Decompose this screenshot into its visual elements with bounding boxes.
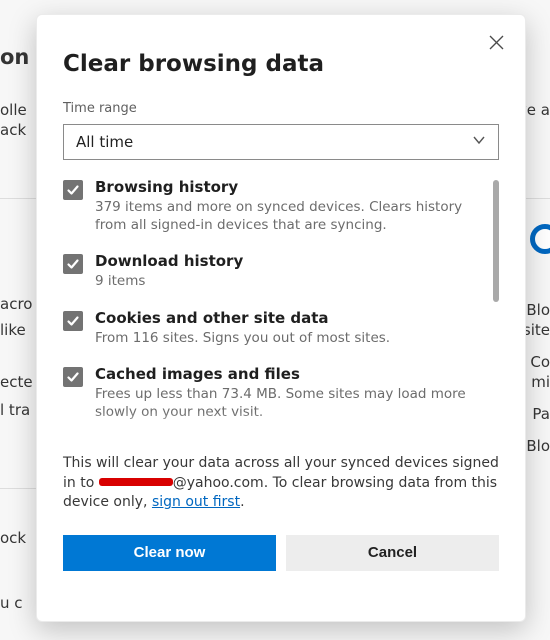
clear-now-button[interactable]: Clear now [63, 535, 276, 571]
check-icon [66, 370, 80, 384]
time-range-value: All time [76, 133, 133, 151]
bg-text: on [0, 42, 29, 72]
bg-text: ack [0, 120, 26, 142]
dialog-buttons: Clear now Cancel [63, 535, 499, 571]
option-title: Cached images and files [95, 365, 485, 383]
chevron-down-icon [472, 133, 486, 151]
bg-text: olle [0, 100, 27, 122]
options-list: Browsing history 379 items and more on s… [63, 178, 499, 440]
option-subtitle: 9 items [95, 272, 485, 290]
option-title: Browsing history [95, 178, 485, 196]
options-list-wrap: Browsing history 379 items and more on s… [63, 178, 499, 440]
cancel-button[interactable]: Cancel [286, 535, 499, 571]
bg-text: ock [0, 528, 26, 550]
option-subtitle: 379 items and more on synced devices. Cl… [95, 198, 485, 234]
bg-text: ecte [0, 372, 33, 394]
bg-text: mi [531, 372, 550, 394]
option-cached: Cached images and files Frees up less th… [63, 365, 485, 421]
close-button[interactable] [483, 29, 509, 55]
time-range-label: Time range [63, 101, 499, 116]
bg-text: Co [530, 352, 550, 374]
check-icon [66, 257, 80, 271]
bg-text: l tra [0, 400, 30, 422]
option-subtitle: From 116 sites. Signs you out of most si… [95, 329, 485, 347]
bg-text: site [523, 320, 550, 342]
redacted-email-prefix [99, 478, 173, 486]
option-subtitle: Frees up less than 73.4 MB. Some sites m… [95, 385, 485, 421]
option-download-history: Download history 9 items [63, 252, 485, 290]
option-cookies: Cookies and other site data From 116 sit… [63, 309, 485, 347]
sign-out-first-link[interactable]: sign out first [152, 494, 240, 510]
checkbox-cached[interactable] [63, 367, 83, 387]
close-icon [489, 35, 504, 50]
bg-text: u c [0, 593, 23, 615]
notice-text: . [240, 494, 244, 510]
clear-browsing-data-dialog: Clear browsing data Time range All time … [36, 14, 526, 622]
bg-text: Blo [526, 436, 550, 458]
option-title: Download history [95, 252, 485, 270]
bg-text: like [0, 320, 26, 342]
sync-notice: This will clear your data across all you… [63, 454, 499, 513]
bg-text: Pa [532, 404, 550, 426]
bg-text: acro [0, 294, 32, 316]
dialog-title: Clear browsing data [63, 51, 499, 77]
scrollbar-thumb[interactable] [493, 180, 499, 302]
option-title: Cookies and other site data [95, 309, 485, 327]
checkbox-browsing-history[interactable] [63, 180, 83, 200]
bg-text: Blo [526, 300, 550, 322]
check-icon [66, 314, 80, 328]
shield-icon [530, 224, 550, 254]
time-range-select[interactable]: All time [63, 124, 499, 160]
checkbox-download-history[interactable] [63, 254, 83, 274]
option-browsing-history: Browsing history 379 items and more on s… [63, 178, 485, 234]
notice-email-suffix: @yahoo.com [173, 475, 264, 491]
check-icon [66, 183, 80, 197]
checkbox-cookies[interactable] [63, 311, 83, 331]
